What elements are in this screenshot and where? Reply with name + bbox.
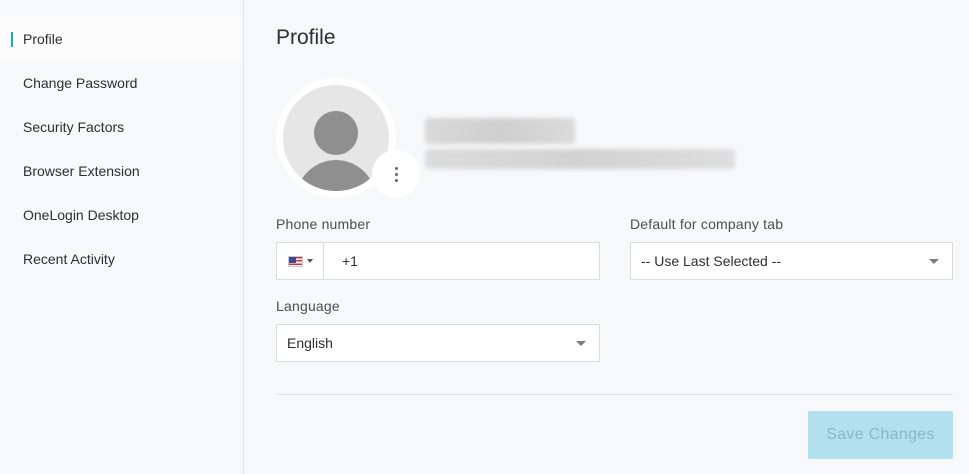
us-flag-icon [287,255,303,267]
sidebar-item-label: Recent Activity [23,251,115,267]
save-changes-button[interactable]: Save Changes [808,411,953,459]
sidebar-item-label: Change Password [23,75,138,91]
chevron-down-icon [576,340,586,346]
sidebar-item-recent-activity[interactable]: Recent Activity [0,237,243,281]
country-code-select[interactable] [277,243,324,279]
default-company-tab-select[interactable]: -- Use Last Selected -- [630,242,953,280]
default-company-tab-label: Default for company tab [630,216,784,232]
sidebar-item-label: OneLogin Desktop [23,207,139,223]
sidebar-item-browser-extension[interactable]: Browser Extension [0,149,243,193]
main-content: Profile Phone number +1 Default for comp… [244,0,969,474]
sidebar-item-onelogin-desktop[interactable]: OneLogin Desktop [0,193,243,237]
user-email-redacted [425,149,735,169]
phone-number-label: Phone number [276,216,371,232]
sidebar-item-label: Security Factors [23,119,125,135]
sidebar-item-security-factors[interactable]: Security Factors [0,105,243,149]
sidebar-item-label: Browser Extension [23,163,140,179]
page-title: Profile [276,26,336,49]
sidebar-item-label: Profile [23,31,63,47]
language-select[interactable]: English [276,324,600,362]
chevron-down-icon [306,259,313,263]
sidebar: Profile Change Password Security Factors… [0,0,244,474]
avatar-menu-button[interactable] [372,150,420,198]
chevron-down-icon [929,258,939,264]
user-name-redacted [425,118,575,144]
sidebar-item-profile[interactable]: Profile [0,17,243,61]
phone-number-field: +1 [276,242,600,280]
language-label: Language [276,298,340,314]
phone-number-input[interactable]: +1 [324,253,358,269]
sidebar-item-change-password[interactable]: Change Password [0,61,243,105]
more-vertical-icon [394,166,398,182]
divider [276,394,953,395]
language-value: English [287,335,333,351]
default-company-tab-value: -- Use Last Selected -- [641,253,782,269]
